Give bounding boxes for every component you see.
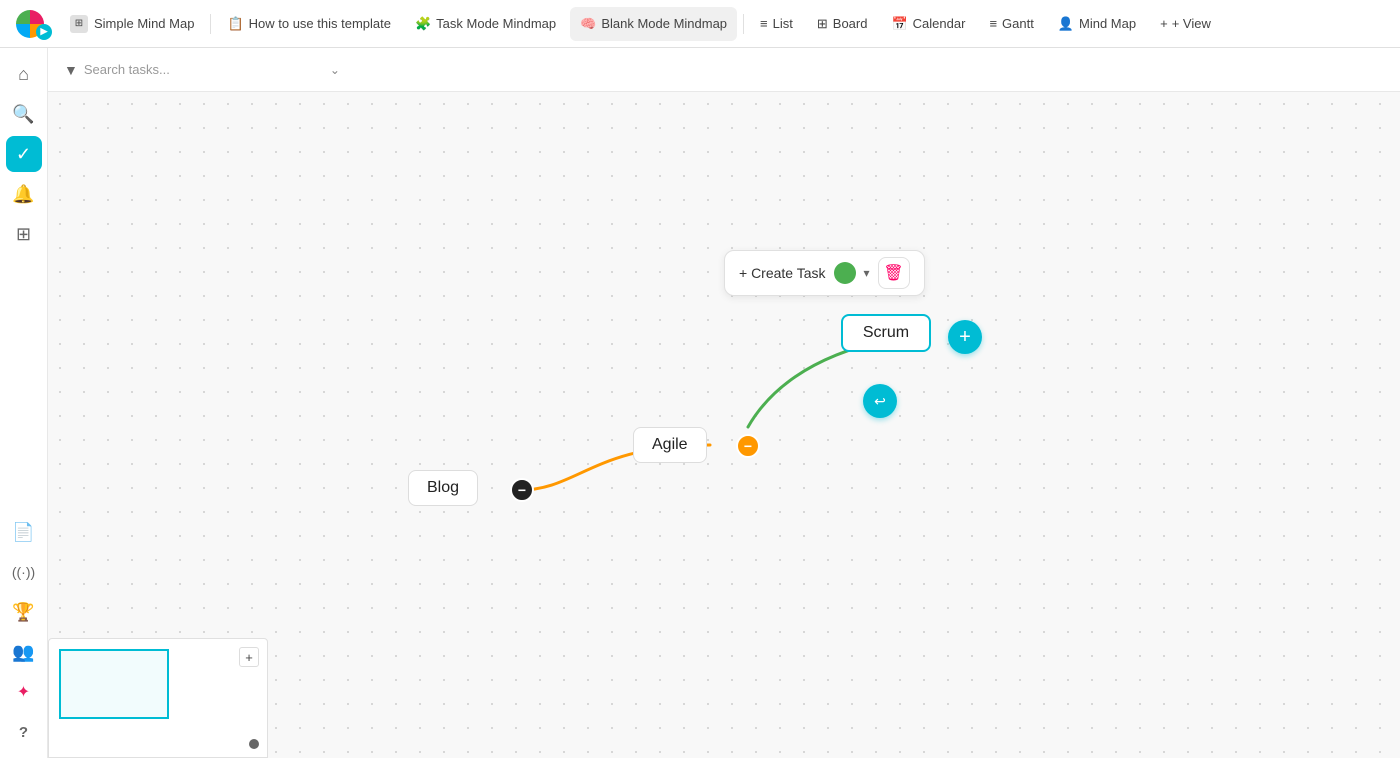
node-scrum[interactable]: Scrum (841, 314, 931, 352)
dashboards-icon: ⊞ (16, 224, 31, 245)
node-agile-label: Agile (652, 436, 688, 453)
plus-icon: + (959, 326, 971, 349)
sidebar-item-goals[interactable]: 🏆 (6, 594, 42, 630)
mini-map-zoom-in[interactable]: + (239, 647, 259, 667)
tab-how-to-use-icon: 📋 (227, 16, 243, 32)
tab-how-to-use-label: How to use this template (249, 16, 391, 31)
sidebar-item-search[interactable]: 🔍 (6, 96, 42, 132)
add-child-button[interactable]: + (948, 320, 982, 354)
tab-mind-map[interactable]: 👤 Mind Map (1048, 7, 1146, 41)
tab-task-mode-label: Task Mode Mindmap (436, 16, 556, 31)
node-blog[interactable]: Blog (408, 470, 478, 506)
app-logo[interactable]: ▶ (8, 8, 52, 40)
minus-icon: − (744, 438, 752, 454)
delete-button[interactable]: 🗑 (878, 257, 910, 289)
sidebar-item-pulse[interactable]: ((·)) (6, 554, 42, 590)
notifications-icon: 🔔 (12, 184, 34, 205)
tab-calendar[interactable]: 📅 Calendar (881, 7, 975, 41)
tab-list[interactable]: ≡ List (750, 7, 803, 41)
ai-icon: ✦ (17, 682, 30, 702)
sidebar: ⌂ 🔍 ✓ 🔔 ⊞ 📄 ((·)) 🏆 👥 ✦ ? (0, 48, 48, 758)
top-navigation: ▶ ⊞ Simple Mind Map 📋 How to use this te… (0, 0, 1400, 48)
trash-icon: 🗑 (883, 263, 903, 283)
sidebar-item-people[interactable]: 👥 (6, 634, 42, 670)
tab-list-label: List (773, 16, 793, 31)
help-icon: ? (19, 724, 28, 741)
docs-icon: 📄 (12, 522, 34, 543)
sidebar-item-notifications[interactable]: 🔔 (6, 176, 42, 212)
create-task-bar: + Create Task ▾ 🗑 (724, 250, 925, 296)
pulse-icon: ((·)) (12, 564, 35, 580)
app-name-label: Simple Mind Map (94, 16, 194, 31)
filter-chevron-icon: ⌄ (330, 63, 340, 77)
logo-arrow-icon: ▶ (36, 24, 52, 40)
mini-map-viewport (59, 649, 169, 719)
mini-map: + (48, 638, 268, 758)
tab-blank-mode[interactable]: 🧠 Blank Mode Mindmap (570, 7, 737, 41)
back-icon: ↩ (874, 393, 886, 410)
mindmap-canvas[interactable]: + Create Task ▾ 🗑 Scrum + ↩ Agile (48, 92, 1400, 758)
toolbar: ▼ Search tasks... ⌄ (48, 48, 1400, 92)
node-agile[interactable]: Agile (633, 427, 707, 463)
content-area: ▼ Search tasks... ⌄ + Create Task ▾ 🗑 (48, 48, 1400, 758)
app-name-icon: ⊞ (70, 15, 88, 33)
tab-blank-mode-icon: 🧠 (580, 16, 596, 32)
sidebar-item-home[interactable]: ⌂ (6, 56, 42, 92)
plus-icon: + (1160, 16, 1168, 31)
tab-board-label: Board (833, 16, 868, 31)
main-layout: ⌂ 🔍 ✓ 🔔 ⊞ 📄 ((·)) 🏆 👥 ✦ ? (0, 48, 1400, 758)
tab-gantt-label: Gantt (1002, 16, 1034, 31)
collapse-agile-button[interactable]: − (736, 434, 760, 458)
mini-map-controls: + (239, 647, 259, 667)
calendar-icon: 📅 (891, 16, 907, 32)
app-name-tab[interactable]: ⊞ Simple Mind Map (60, 7, 204, 41)
back-button[interactable]: ↩ (863, 384, 897, 418)
tab-task-mode-icon: 🧩 (415, 16, 431, 32)
add-view-label: + View (1172, 16, 1211, 31)
goals-icon: 🏆 (12, 602, 34, 623)
create-task-button[interactable]: + Create Task (739, 265, 826, 281)
node-scrum-label: Scrum (863, 324, 909, 341)
mind-map-nav-icon: 👤 (1058, 16, 1074, 32)
tab-task-mode[interactable]: 🧩 Task Mode Mindmap (405, 7, 566, 41)
filter-icon: ▼ (64, 62, 78, 78)
nav-divider-2 (743, 14, 744, 34)
sidebar-item-help[interactable]: ? (6, 714, 42, 750)
tab-mind-map-label: Mind Map (1079, 16, 1136, 31)
collapse-blog-button[interactable]: − (510, 478, 534, 502)
minus-icon: − (518, 482, 526, 498)
mini-map-zoom-dot[interactable] (249, 739, 259, 749)
sidebar-item-ai[interactable]: ✦ (6, 674, 42, 710)
node-blog-label: Blog (427, 479, 459, 496)
search-tasks-placeholder: Search tasks... (84, 62, 170, 77)
sidebar-item-tasks[interactable]: ✓ (6, 136, 42, 172)
sidebar-item-dashboards[interactable]: ⊞ (6, 216, 42, 252)
search-icon: 🔍 (12, 104, 34, 125)
gantt-icon: ≡ (989, 16, 997, 31)
list-icon: ≡ (760, 16, 768, 31)
add-view-button[interactable]: + + View (1150, 12, 1221, 35)
nav-divider-1 (210, 14, 211, 34)
sidebar-item-docs[interactable]: 📄 (6, 514, 42, 550)
status-dot[interactable] (834, 262, 856, 284)
dropdown-arrow-icon[interactable]: ▾ (864, 266, 870, 280)
search-tasks-input[interactable]: Search tasks... (84, 62, 324, 77)
home-icon: ⌂ (18, 64, 29, 85)
tab-calendar-label: Calendar (913, 16, 966, 31)
tab-gantt[interactable]: ≡ Gantt (979, 7, 1043, 41)
mini-map-inner (49, 639, 267, 757)
tab-board[interactable]: ⊞ Board (807, 7, 878, 41)
tab-how-to-use[interactable]: 📋 How to use this template (217, 7, 401, 41)
tasks-icon: ✓ (16, 144, 31, 165)
people-icon: 👥 (12, 642, 34, 663)
tab-blank-mode-label: Blank Mode Mindmap (601, 16, 727, 31)
board-icon: ⊞ (817, 16, 828, 32)
